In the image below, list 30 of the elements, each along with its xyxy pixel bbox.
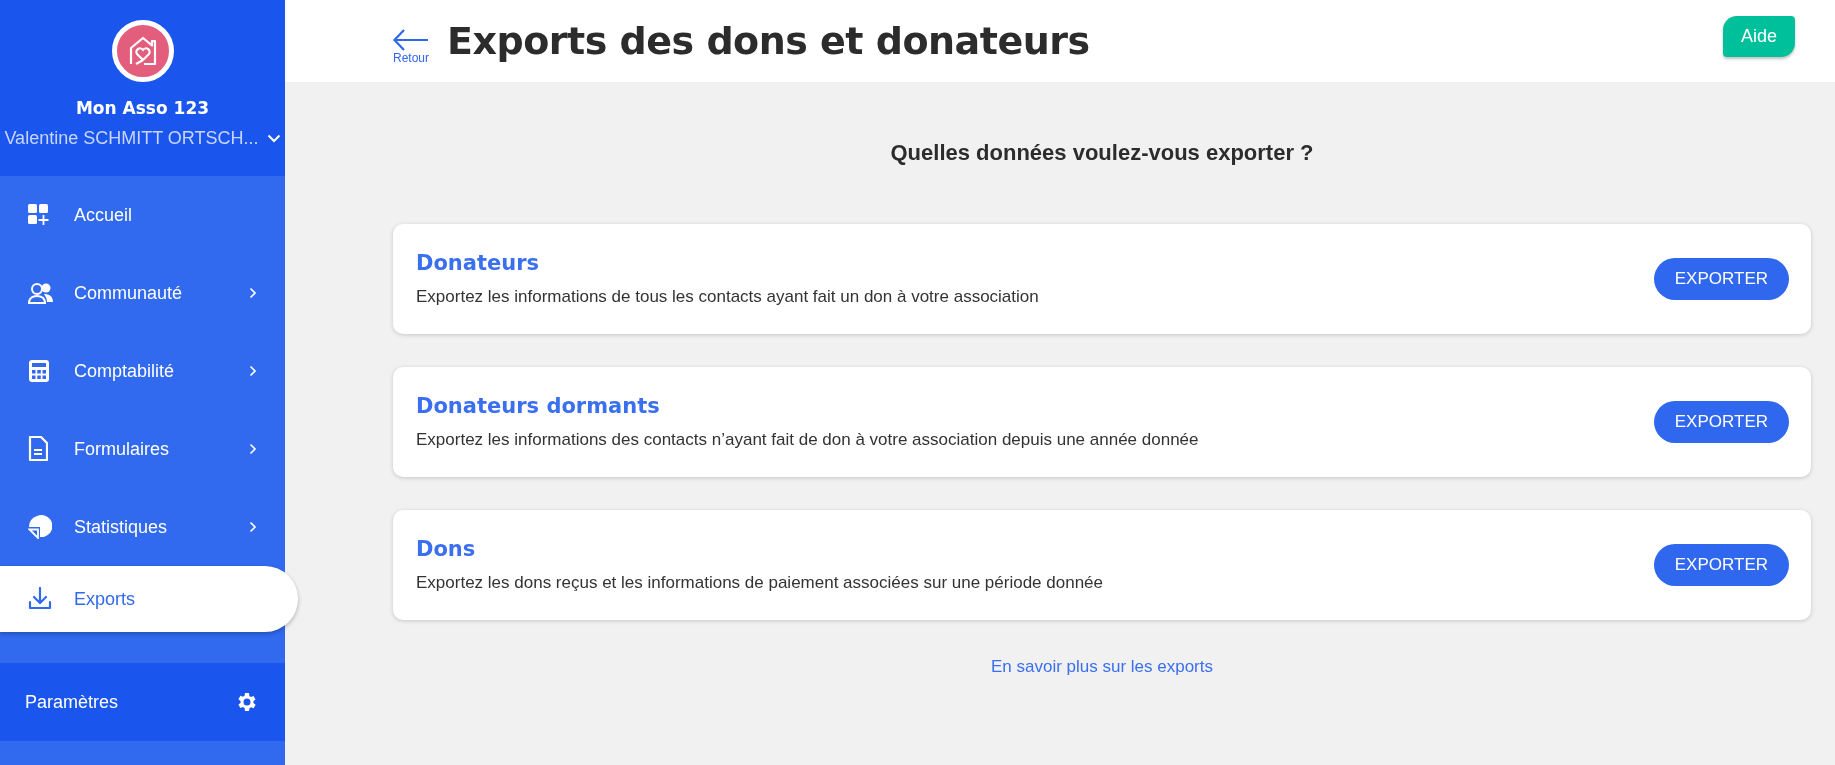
settings-label[interactable]: Paramètres xyxy=(25,691,119,713)
card-title: Dons xyxy=(416,537,477,561)
card-title: Donateurs dormants xyxy=(416,394,661,418)
chevron-down-icon xyxy=(266,134,281,143)
people-icon xyxy=(28,282,54,304)
learn-more-link[interactable]: En savoir plus sur les exports xyxy=(990,657,1213,677)
card-description: Exportez les informations des contacts n’ayant fait de don à votre association depuis une année donnée xyxy=(416,430,1199,450)
export-button[interactable]: EXPORTER xyxy=(1653,258,1789,300)
nav-item[interactable]: Statistiques xyxy=(0,488,285,566)
card-description: Exportez les dons reçus et les informations de paiement associées sur une période donnée xyxy=(416,573,1103,593)
page-title: Exports des dons et donateurs xyxy=(447,19,1090,63)
tiles-icon xyxy=(28,204,50,226)
arrow-left-icon xyxy=(393,29,429,51)
nav-item[interactable]: Communauté xyxy=(0,254,285,332)
export-button[interactable]: EXPORTER xyxy=(1653,544,1789,586)
back-button[interactable]: Retour xyxy=(393,29,430,65)
nav-item[interactable]: Formulaires xyxy=(0,410,285,488)
document-icon xyxy=(28,436,48,462)
pie-chart-icon xyxy=(28,515,52,539)
download-icon xyxy=(28,587,52,611)
calculator-icon xyxy=(28,359,50,383)
nav-item[interactable]: Accueil xyxy=(0,176,285,254)
user-menu[interactable]: Valentine SCHMITT ORTSCH... xyxy=(4,128,281,149)
section-question: Quelles données voulez-vous exporter ? xyxy=(889,140,1315,166)
export-button[interactable]: EXPORTER xyxy=(1653,401,1789,443)
card-description: Exportez les informations de tous les contacts ayant fait un don à votre association xyxy=(416,287,1039,307)
organization-name: Mon Asso 123 xyxy=(75,98,210,118)
card-title: Donateurs xyxy=(416,251,541,275)
nav-item[interactable]: Comptabilité xyxy=(0,332,285,410)
nav-item[interactable]: Exports xyxy=(0,566,298,632)
